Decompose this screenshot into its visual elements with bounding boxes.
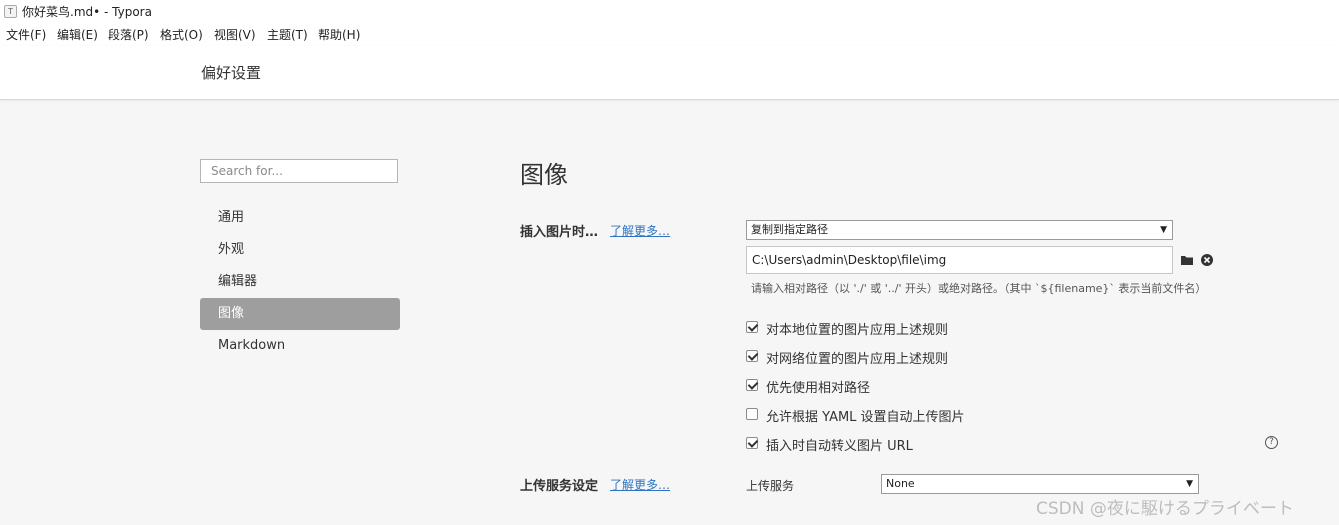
typora-app-icon: T (4, 5, 17, 18)
insert-action-select[interactable]: 复制到指定路径 ▼ (746, 220, 1173, 240)
upload-settings-label: 上传服务设定 (520, 479, 599, 494)
insert-action-value: 复制到指定路径 (751, 223, 828, 236)
sidebar-item-markdown[interactable]: Markdown (200, 330, 400, 362)
menu-theme[interactable]: 主题(T) (267, 26, 308, 43)
menu-paragraph[interactable]: 段落(P) (108, 26, 149, 43)
upload-service-value: None (886, 477, 915, 490)
clear-icon[interactable] (1200, 253, 1214, 267)
menu-format[interactable]: 格式(O) (160, 26, 203, 43)
sidebar-item-general[interactable]: 通用 (200, 202, 400, 234)
upload-service-select[interactable]: None ▼ (881, 474, 1199, 494)
checkbox[interactable] (746, 437, 759, 449)
checkbox[interactable] (746, 321, 759, 333)
section-title: 图像 (520, 161, 568, 189)
option-label: 对本地位置的图片应用上述规则 (766, 323, 949, 338)
option-label: 优先使用相对路径 (766, 381, 871, 396)
option-label: 插入时自动转义图片 URL (766, 439, 913, 454)
sidebar-item-editor[interactable]: 编辑器 (200, 266, 400, 298)
chevron-down-icon: ▼ (1186, 479, 1193, 489)
learn-more-link-insert[interactable]: 了解更多… (610, 222, 670, 239)
sidebar-item-image[interactable]: 图像 (200, 298, 400, 330)
learn-more-link-upload[interactable]: 了解更多… (610, 476, 670, 493)
menu-help[interactable]: 帮助(H) (318, 26, 360, 43)
menu-bar: 文件(F) 编辑(E) 段落(P) 格式(O) 视图(V) 主题(T) 帮助(H… (0, 22, 1339, 46)
insert-image-label: 插入图片时… (520, 225, 599, 240)
checkbox[interactable] (746, 350, 759, 362)
menu-edit[interactable]: 编辑(E) (57, 26, 98, 43)
menu-file[interactable]: 文件(F) (6, 26, 46, 43)
window-title: 你好菜鸟.md• - Typora (22, 5, 152, 19)
chevron-down-icon: ▼ (1160, 225, 1167, 235)
checkbox[interactable] (746, 379, 759, 391)
folder-icon[interactable] (1180, 253, 1194, 267)
checkbox[interactable] (746, 408, 758, 420)
help-icon[interactable]: ? (1265, 436, 1278, 449)
upload-service-label: 上传服务 (746, 479, 795, 493)
image-path-input[interactable] (746, 246, 1173, 274)
option-label: 对网络位置的图片应用上述规则 (766, 352, 949, 367)
option-label: 允许根据 YAML 设置自动上传图片 (766, 410, 965, 425)
watermark: CSDN @夜に駆けるプライベート (1036, 499, 1294, 519)
search-input[interactable] (200, 159, 398, 183)
preferences-header: 偏好设置 (0, 46, 1339, 100)
preferences-title: 偏好设置 (201, 64, 262, 82)
path-hint: 请输入相对路径（以 './' 或 '../' 开头）或绝对路径。（其中 `${f… (751, 282, 1207, 295)
title-bar: T 你好菜鸟.md• - Typora (0, 0, 1339, 22)
menu-view[interactable]: 视图(V) (214, 26, 256, 43)
sidebar-item-appearance[interactable]: 外观 (200, 234, 400, 266)
